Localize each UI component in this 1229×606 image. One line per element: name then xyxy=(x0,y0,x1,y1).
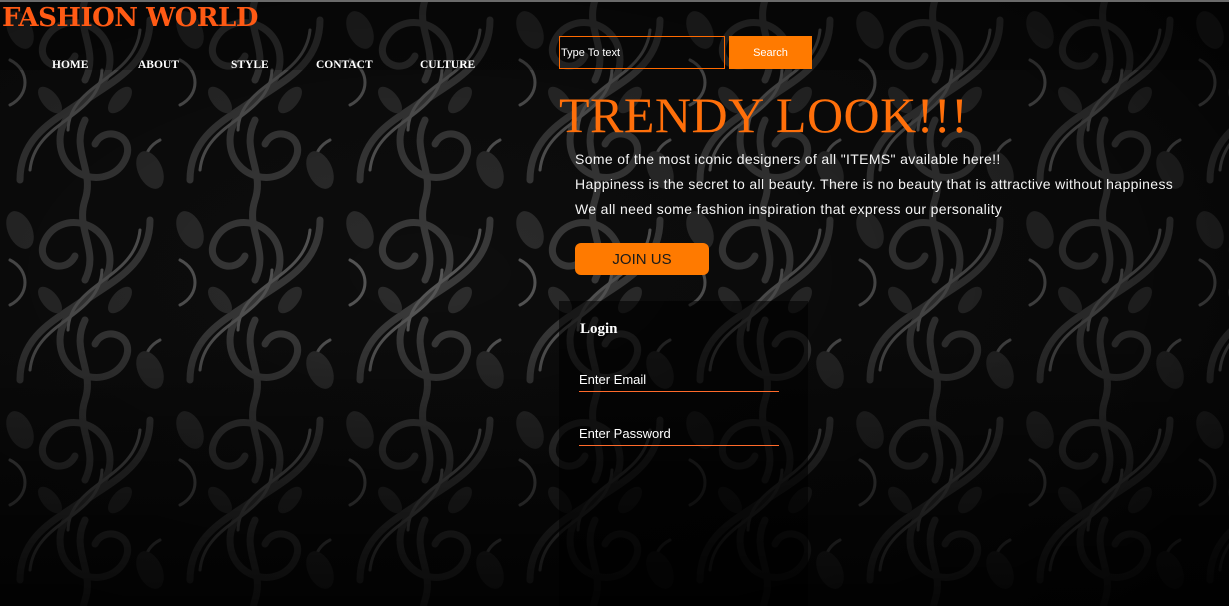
login-title: Login xyxy=(580,321,618,337)
login-panel xyxy=(559,301,808,606)
nav-culture-link[interactable]: CULTURE xyxy=(420,59,475,71)
hero-tagline-2: Happiness is the secret to all beauty. T… xyxy=(575,176,1174,192)
nav-about-link[interactable]: ABOUT xyxy=(138,59,179,71)
nav-contact-link[interactable]: CONTACT xyxy=(316,59,373,71)
search-input[interactable] xyxy=(559,36,725,69)
nav-style-link[interactable]: STYLE xyxy=(231,59,269,71)
email-field[interactable] xyxy=(579,368,779,392)
hero-tagline-3: We all need some fashion inspiration tha… xyxy=(575,201,1003,217)
site-logo[interactable]: FASHION WORLD xyxy=(2,3,258,33)
hero-title: TRENDY LOOK!!! xyxy=(559,87,969,143)
hero-tagline-1: Some of the most iconic designers of all… xyxy=(575,151,1001,167)
password-field[interactable] xyxy=(579,422,779,446)
search-button[interactable]: Search xyxy=(729,36,812,69)
join-us-button[interactable]: JOIN US xyxy=(575,243,709,275)
top-border xyxy=(0,0,1229,2)
nav-home-link[interactable]: HOME xyxy=(52,59,88,71)
